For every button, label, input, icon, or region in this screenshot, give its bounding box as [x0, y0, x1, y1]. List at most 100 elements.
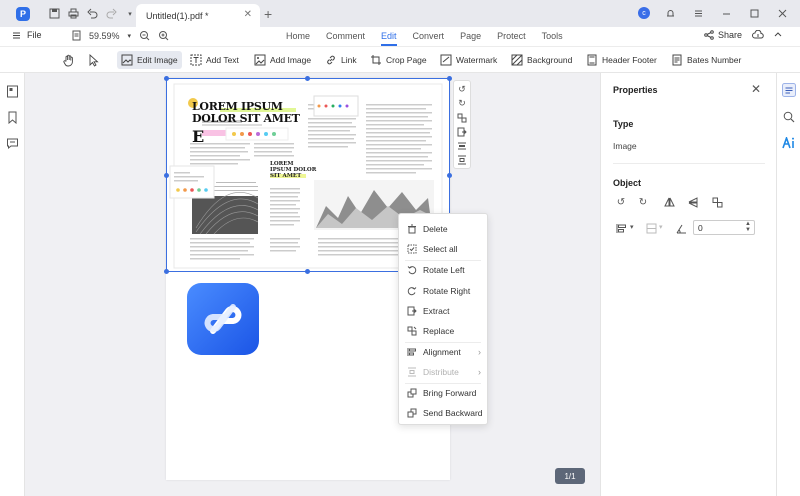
distribute-icon[interactable] [457, 154, 468, 165]
file-menu[interactable]: File [12, 30, 42, 40]
resize-handle-bottom[interactable] [305, 269, 310, 274]
flip-horizontal-icon[interactable] [663, 196, 675, 208]
background-icon [511, 54, 523, 66]
document-canvas[interactable]: LOREM IPSUM DOLOR SIT AMET E LOREM IPSUM… [25, 73, 600, 496]
thumbnails-icon[interactable] [6, 85, 19, 98]
tab-home[interactable]: Home [278, 30, 318, 42]
document-tab[interactable]: Untitled(1).pdf * ✕ [136, 4, 260, 27]
link-icon [327, 55, 335, 65]
notification-bell-icon[interactable] [662, 5, 678, 21]
menu-item-label: Send Backward [423, 408, 483, 418]
background-button[interactable]: Background [507, 51, 576, 69]
bookmark-icon[interactable] [6, 111, 19, 124]
properties-icon[interactable] [782, 83, 796, 97]
menu-bar: File 59.59% ▾ Home Comment Edit Convert … [0, 27, 800, 47]
bates-number-button[interactable]: Bates Number [667, 51, 745, 69]
flip-vertical-icon[interactable] [687, 196, 699, 208]
print-icon[interactable] [65, 6, 81, 22]
collapse-ribbon-icon[interactable] [774, 30, 782, 40]
menu-item-delete[interactable]: Delete [399, 220, 489, 238]
align-dropdown-icon[interactable]: ▾ [630, 223, 634, 231]
cloud-upload-icon[interactable] [752, 30, 764, 40]
resize-handle-left[interactable] [164, 173, 169, 178]
crop-page-button[interactable]: Crop Page [366, 51, 431, 69]
edit-image-button[interactable]: Edit Image [117, 51, 182, 69]
zoom-in-icon[interactable] [158, 30, 169, 41]
page-view-icon[interactable] [72, 30, 81, 41]
resize-handle-top-left[interactable] [164, 76, 169, 81]
replace-icon [407, 326, 417, 336]
menu-item-label: Rotate Left [423, 265, 465, 275]
add-text-icon [190, 54, 202, 66]
object-heading: Object [613, 178, 642, 188]
tab-page[interactable]: Page [452, 30, 489, 42]
menu-item-rotate-left[interactable]: Rotate Left [399, 261, 489, 279]
menu-item-send-backward[interactable]: Send Backward [399, 404, 489, 422]
rotate-left-icon[interactable]: ↺ [457, 84, 468, 95]
menu-item-label: Extract [423, 306, 450, 316]
rotation-value: 0 [698, 222, 703, 233]
comment-icon[interactable] [6, 137, 19, 150]
align-objects-icon[interactable] [615, 222, 627, 234]
share-button[interactable]: Share [704, 30, 742, 40]
menu-item-extract[interactable]: Extract [399, 302, 489, 320]
rotate-left-icon[interactable]: ↺ [615, 196, 627, 208]
zoom-value[interactable]: 59.59% [89, 31, 120, 41]
resize-handle-right[interactable] [447, 173, 452, 178]
zoom-out-icon[interactable] [139, 30, 150, 41]
tab-comment[interactable]: Comment [318, 30, 373, 42]
menu-item-rotate-right[interactable]: Rotate Right [399, 282, 489, 300]
rotate-right-icon[interactable]: ↻ [637, 196, 649, 208]
tab-protect[interactable]: Protect [489, 30, 534, 42]
close-window-icon[interactable] [774, 5, 790, 21]
select-all-icon [407, 244, 417, 254]
link-button[interactable]: Link [321, 51, 361, 69]
minimize-icon[interactable] [718, 5, 734, 21]
resize-handle-top-right[interactable] [447, 76, 452, 81]
replace-icon[interactable] [457, 112, 468, 123]
send-backward-icon [407, 408, 417, 418]
tab-tools[interactable]: Tools [534, 30, 571, 42]
ai-assistant-icon[interactable] [782, 137, 796, 149]
search-icon[interactable] [783, 111, 795, 123]
save-icon[interactable] [46, 6, 62, 22]
rotation-stepper-icon[interactable]: ▲ ▼ [745, 221, 751, 233]
replace-image-icon[interactable] [711, 196, 723, 208]
zoom-dropdown-icon[interactable]: ▾ [128, 32, 132, 40]
rotation-input[interactable]: 0 ▲ ▼ [693, 220, 755, 235]
watermark-label: Watermark [456, 55, 498, 65]
menu-more-icon[interactable] [690, 5, 706, 21]
background-label: Background [527, 55, 573, 65]
redo-icon[interactable] [103, 6, 119, 22]
properties-panel: Properties ✕ Type Image Object ↺ ↻ ▾ ▾ 0… [600, 73, 776, 496]
menu-item-bring-forward[interactable]: Bring Forward [399, 384, 489, 402]
resize-handle-bottom-left[interactable] [164, 269, 169, 274]
align-icon[interactable] [457, 140, 468, 151]
crop-icon [371, 55, 381, 65]
header-footer-button[interactable]: Header Footer [582, 51, 661, 69]
resize-handle-top[interactable] [305, 76, 310, 81]
tab-convert[interactable]: Convert [405, 30, 453, 42]
watermark-button[interactable]: Watermark [436, 51, 501, 69]
close-tab-icon[interactable]: ✕ [244, 9, 252, 20]
add-image-button[interactable]: Add Image [250, 51, 315, 69]
app-logo-image[interactable] [187, 283, 259, 355]
menu-item-select-all[interactable]: Select all [399, 240, 489, 258]
menu-item-alignment[interactable]: Alignment › [399, 343, 489, 361]
submenu-chevron-icon: › [478, 367, 481, 377]
menu-item-replace[interactable]: Replace [399, 322, 489, 340]
menu-item-label: Replace [423, 326, 455, 336]
tab-edit[interactable]: Edit [373, 30, 405, 46]
hand-tool-button[interactable] [58, 51, 79, 69]
maximize-icon[interactable] [746, 5, 762, 21]
extract-icon[interactable] [457, 126, 468, 137]
close-properties-icon[interactable]: ✕ [751, 82, 761, 96]
add-text-button[interactable]: Add Text [186, 51, 243, 69]
add-tab-icon[interactable]: + [264, 6, 272, 22]
menu-item-label: Select all [423, 244, 458, 254]
menu-item-label: Bring Forward [423, 388, 477, 398]
undo-icon[interactable] [84, 6, 100, 22]
rotate-right-icon[interactable]: ↻ [457, 98, 468, 109]
select-tool-button[interactable] [84, 51, 103, 69]
avatar[interactable]: c [638, 7, 650, 19]
